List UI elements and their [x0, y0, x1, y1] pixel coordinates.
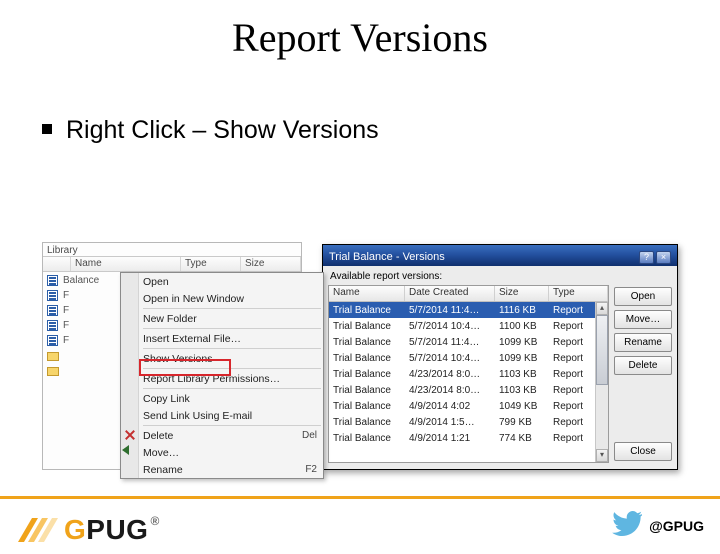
ctx-copy-link[interactable]: Copy Link	[121, 390, 323, 407]
version-cell: 1049 KB	[495, 401, 549, 412]
ctx-open[interactable]: Open	[121, 273, 323, 290]
version-cell: 1116 KB	[495, 305, 549, 316]
ctx-move[interactable]: Move…	[121, 444, 323, 461]
scroll-up-icon[interactable]: ▴	[596, 302, 608, 315]
version-cell: Trial Balance	[329, 321, 405, 332]
version-row[interactable]: Trial Balance5/7/2014 10:4…1099 KBReport	[329, 350, 608, 366]
version-cell: Trial Balance	[329, 401, 405, 412]
col-size[interactable]: Size	[495, 286, 549, 301]
vertical-scrollbar[interactable]: ▴ ▾	[595, 302, 608, 462]
library-col-size[interactable]: Size	[241, 257, 301, 271]
help-button[interactable]: ?	[639, 251, 654, 264]
slide-footer: GPUG® @GPUG	[0, 496, 720, 554]
bullet-marker	[42, 124, 52, 134]
report-icon	[47, 335, 58, 346]
library-row-label: F	[63, 335, 69, 346]
dialog-subtitle: Available report versions:	[330, 271, 442, 282]
twitter-handle: @GPUG	[649, 518, 704, 534]
report-icon	[47, 305, 58, 316]
ctx-delete[interactable]: DeleteDel	[121, 427, 323, 444]
version-cell: 5/7/2014 10:4…	[405, 353, 495, 364]
move-button[interactable]: Move…	[614, 310, 672, 329]
report-icon	[47, 320, 58, 331]
ctx-send-link-email[interactable]: Send Link Using E-mail	[121, 407, 323, 424]
rename-button[interactable]: Rename	[614, 333, 672, 352]
version-row[interactable]: Trial Balance4/23/2014 8:0…1103 KBReport	[329, 366, 608, 382]
version-cell: Trial Balance	[329, 305, 405, 316]
version-cell: 799 KB	[495, 417, 549, 428]
open-button[interactable]: Open	[614, 287, 672, 306]
library-header: Name Type Size	[43, 256, 301, 272]
library-col-type[interactable]: Type	[181, 257, 241, 271]
library-col-name[interactable]: Name	[71, 257, 181, 271]
library-row-label: F	[63, 305, 69, 316]
close-button[interactable]: ×	[656, 251, 671, 264]
context-menu: Open Open in New Window New Folder Inser…	[120, 272, 324, 479]
logo-text: GPUG®	[64, 514, 160, 546]
scroll-down-icon[interactable]: ▾	[596, 449, 608, 462]
col-name[interactable]: Name	[329, 286, 405, 301]
version-cell: 4/9/2014 1:5…	[405, 417, 495, 428]
version-row[interactable]: Trial Balance4/23/2014 8:0…1103 KBReport	[329, 382, 608, 398]
bullet-text: Right Click – Show Versions	[66, 115, 379, 145]
library-row-label: F	[63, 320, 69, 331]
ctx-open-new-window[interactable]: Open in New Window	[121, 290, 323, 307]
ctx-report-permissions[interactable]: Report Library Permissions…	[121, 370, 323, 387]
bullet-list: Right Click – Show Versions	[42, 115, 720, 145]
slide-title: Report Versions	[0, 14, 720, 61]
folder-icon	[47, 352, 59, 361]
col-date[interactable]: Date Created	[405, 286, 495, 301]
report-icon	[47, 275, 58, 286]
version-cell: 1100 KB	[495, 321, 549, 332]
version-cell: Trial Balance	[329, 385, 405, 396]
version-cell: 5/7/2014 10:4…	[405, 321, 495, 332]
ctx-new-folder[interactable]: New Folder	[121, 310, 323, 327]
version-cell: Trial Balance	[329, 417, 405, 428]
version-cell: 4/9/2014 1:21	[405, 433, 495, 444]
versions-header: Name Date Created Size Type	[329, 286, 608, 302]
folder-icon	[47, 367, 59, 376]
version-row[interactable]: Trial Balance4/9/2014 1:5…799 KBReport	[329, 414, 608, 430]
version-row[interactable]: Trial Balance4/9/2014 4:021049 KBReport	[329, 398, 608, 414]
version-cell: Trial Balance	[329, 337, 405, 348]
version-cell: 4/23/2014 8:0…	[405, 385, 495, 396]
version-cell: 1099 KB	[495, 353, 549, 364]
move-icon	[122, 445, 129, 455]
version-cell: Trial Balance	[329, 369, 405, 380]
delete-button[interactable]: Delete	[614, 356, 672, 375]
close-dialog-button[interactable]: Close	[614, 442, 672, 461]
version-cell: 774 KB	[495, 433, 549, 444]
ctx-rename[interactable]: RenameF2	[121, 461, 323, 478]
version-cell: 5/7/2014 11:4…	[405, 337, 495, 348]
version-cell: 5/7/2014 11:4…	[405, 305, 495, 316]
library-title: Library	[43, 243, 301, 256]
version-cell: Trial Balance	[329, 433, 405, 444]
versions-dialog: Trial Balance - Versions ? × Available r…	[322, 244, 678, 470]
version-cell: 1103 KB	[495, 385, 549, 396]
scroll-thumb[interactable]	[596, 315, 608, 385]
dialog-title-text: Trial Balance - Versions	[329, 251, 445, 263]
version-cell: 4/9/2014 4:02	[405, 401, 495, 412]
gpug-logo: GPUG®	[18, 512, 160, 548]
version-row[interactable]: Trial Balance5/7/2014 11:4…1116 KBReport	[329, 302, 608, 318]
version-row[interactable]: Trial Balance5/7/2014 10:4…1100 KBReport	[329, 318, 608, 334]
version-row[interactable]: Trial Balance5/7/2014 11:4…1099 KBReport	[329, 334, 608, 350]
ctx-insert-external-file[interactable]: Insert External File…	[121, 330, 323, 347]
ctx-show-versions[interactable]: Show Versions	[121, 350, 323, 367]
library-row-label: F	[63, 290, 69, 301]
dialog-titlebar[interactable]: Trial Balance - Versions ? ×	[323, 245, 677, 266]
footer-rule	[0, 496, 720, 499]
logo-mark-icon	[18, 512, 62, 548]
version-cell: Trial Balance	[329, 353, 405, 364]
version-cell: 1103 KB	[495, 369, 549, 380]
col-type[interactable]: Type	[549, 286, 608, 301]
twitter-icon	[612, 511, 642, 542]
report-icon	[47, 290, 58, 301]
version-row[interactable]: Trial Balance4/9/2014 1:21774 KBReport	[329, 430, 608, 446]
version-cell: 4/23/2014 8:0…	[405, 369, 495, 380]
delete-icon	[124, 429, 136, 441]
version-cell: 1099 KB	[495, 337, 549, 348]
library-row-label: Balance	[63, 275, 99, 286]
